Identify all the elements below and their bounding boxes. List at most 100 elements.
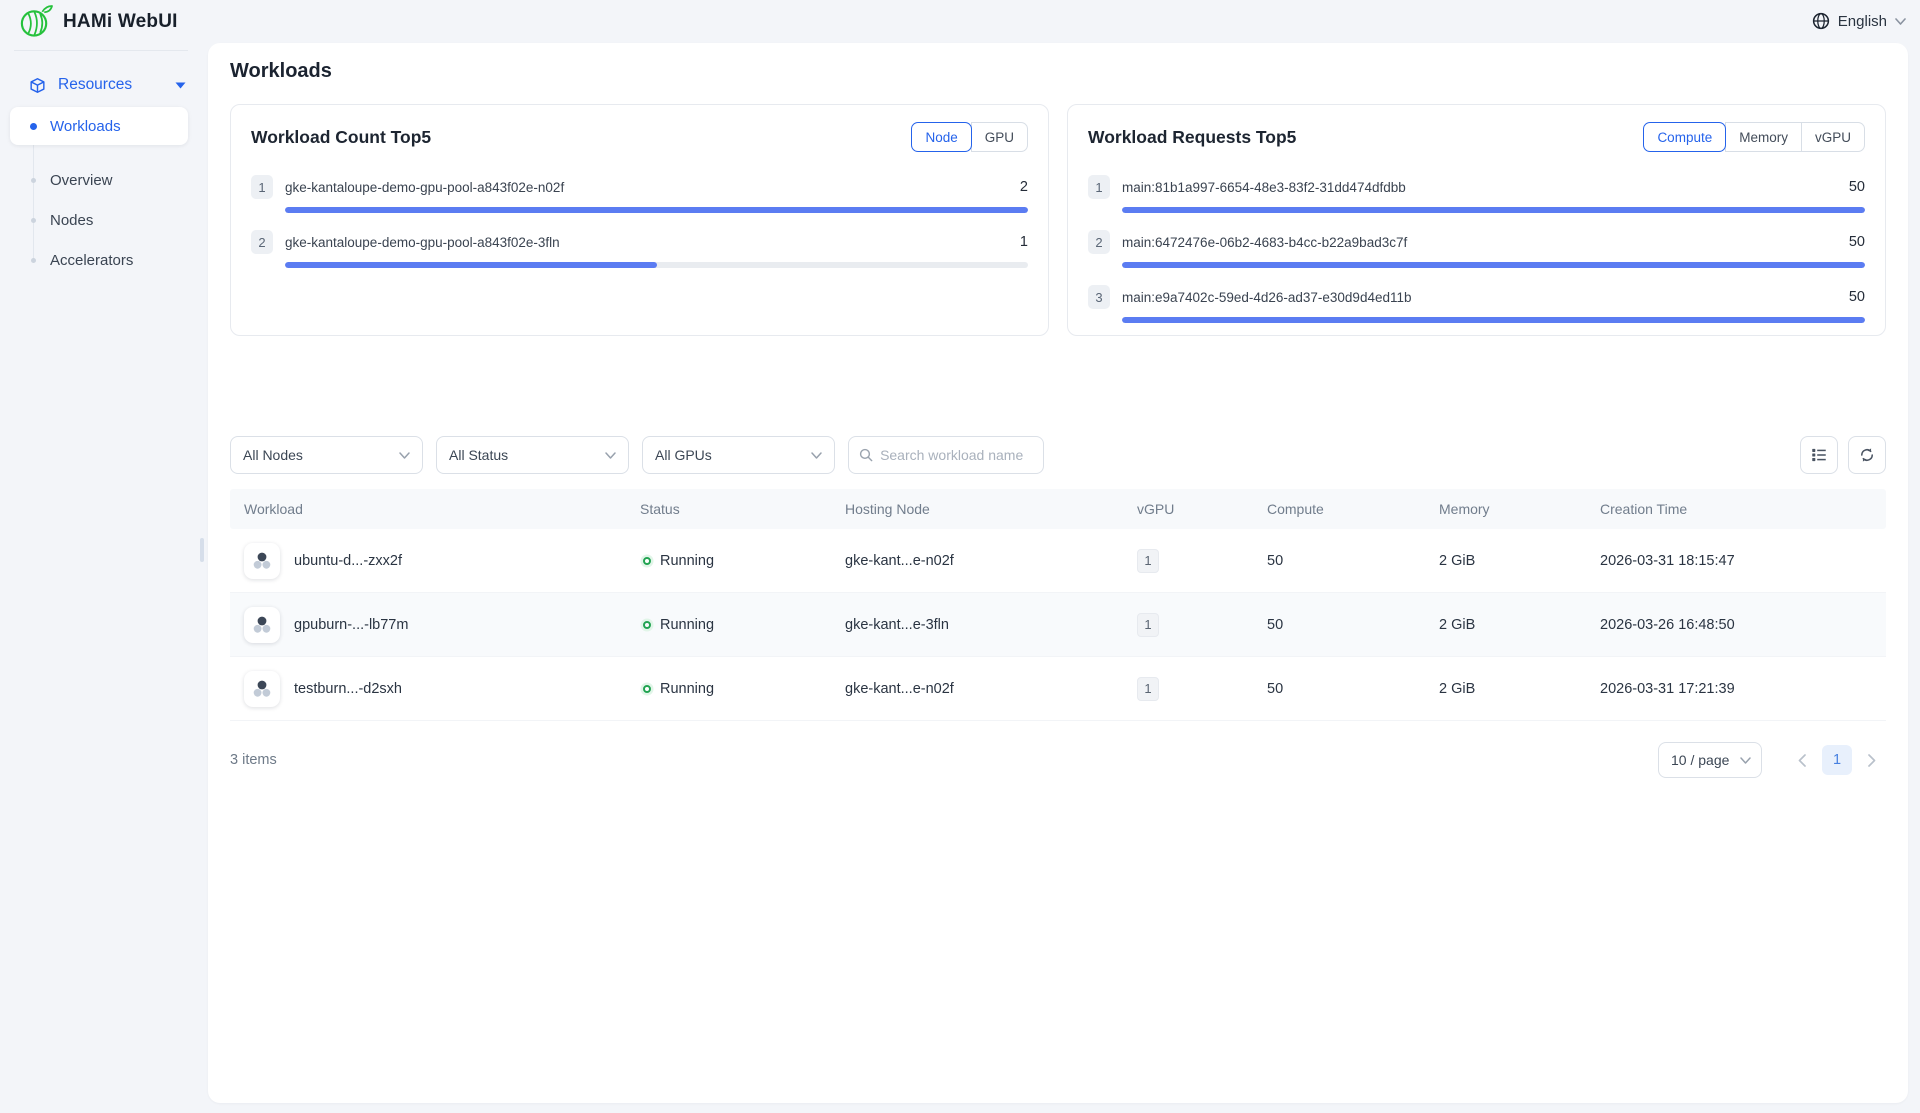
hosting-node: gke-kant...e-n02f — [831, 681, 1123, 697]
table-row[interactable]: testburn...-d2sxh Running gke-kant...e-n… — [230, 657, 1886, 721]
rank-badge: 3 — [1088, 285, 1110, 309]
cube-icon — [28, 76, 47, 95]
status-filter-value: All Status — [449, 447, 508, 463]
workload-search — [848, 436, 1044, 474]
chevron-down-icon — [1895, 18, 1906, 25]
page: HAMi WebUI English Resources — [0, 0, 1920, 1113]
next-page-button[interactable] — [1858, 746, 1886, 774]
page-size-value: 10 / page — [1671, 752, 1729, 768]
status-running-icon — [643, 621, 651, 629]
topbar: HAMi WebUI English — [0, 0, 1920, 43]
creation-time: 2026-03-31 17:21:39 — [1586, 681, 1886, 697]
nodes-filter-select[interactable]: All Nodes — [230, 436, 423, 474]
search-icon — [859, 447, 873, 463]
globe-icon — [1812, 12, 1830, 30]
main-panel: Workloads Workload Count Top5 Node GPU 1… — [208, 43, 1908, 1103]
brand: HAMi WebUI — [18, 4, 178, 39]
compute-value: 50 — [1253, 681, 1425, 697]
pagination: 10 / page 1 — [1658, 742, 1886, 778]
workload-pods-icon — [244, 607, 280, 643]
top5-cards-row: Workload Count Top5 Node GPU 1 gke-kanta… — [208, 104, 1908, 336]
item-value: 1 — [1020, 234, 1028, 250]
workload-requests-card: Workload Requests Top5 Compute Memory vG… — [1067, 104, 1886, 336]
workload-name: ubuntu-d...-zxx2f — [294, 553, 402, 569]
column-settings-button[interactable] — [1800, 436, 1838, 474]
vgpu-badge: 1 — [1137, 549, 1159, 573]
card-title: Workload Requests Top5 — [1088, 127, 1296, 148]
column-settings-icon — [1810, 446, 1828, 464]
language-selector[interactable]: English — [1812, 6, 1906, 36]
card-title: Workload Count Top5 — [251, 127, 431, 148]
item-value: 2 — [1020, 179, 1028, 195]
status-label: Running — [660, 681, 714, 697]
column-header-memory: Memory — [1425, 501, 1586, 517]
item-name: gke-kantaloupe-demo-gpu-pool-a843f02e-3f… — [285, 235, 560, 250]
sidebar-item-nodes[interactable]: Nodes — [10, 201, 188, 239]
chevron-down-icon — [399, 452, 410, 459]
item-name: main:e9a7402c-59ed-4d26-ad37-e30d9d4ed11… — [1122, 290, 1412, 305]
item-value: 50 — [1849, 179, 1865, 195]
progress-track — [1122, 262, 1865, 268]
toggle-vgpu-button[interactable]: vGPU — [1801, 122, 1865, 152]
status-running-icon — [643, 685, 651, 693]
sidebar-item-workloads[interactable]: Workloads — [10, 107, 188, 145]
page-title: Workloads — [230, 60, 1908, 83]
item-name: main:81b1a997-6654-48e3-83f2-31dd474dfdb… — [1122, 180, 1406, 195]
table-footer: 3 items 10 / page 1 — [230, 742, 1886, 778]
item-value: 50 — [1849, 234, 1865, 250]
status-label: Running — [660, 617, 714, 633]
chevron-right-icon — [1868, 754, 1876, 767]
toggle-compute-button[interactable]: Compute — [1643, 122, 1726, 152]
language-label: English — [1838, 13, 1887, 30]
list-item: 2 main:6472476e-06b2-4683-b4cc-b22a9bad3… — [1088, 230, 1865, 268]
bullet-dot-icon — [31, 218, 36, 223]
nodes-filter-value: All Nodes — [243, 447, 303, 463]
page-number-1[interactable]: 1 — [1822, 745, 1852, 775]
toggle-memory-button[interactable]: Memory — [1725, 122, 1802, 152]
gpus-filter-select[interactable]: All GPUs — [642, 436, 835, 474]
workload-name: gpuburn-...-lb77m — [294, 617, 408, 633]
status-filter-select[interactable]: All Status — [436, 436, 629, 474]
compute-value: 50 — [1253, 553, 1425, 569]
progress-track — [285, 207, 1028, 213]
sidebar-section-label: Resources — [58, 76, 132, 94]
chevron-left-icon — [1798, 754, 1806, 767]
toggle-gpu-button[interactable]: GPU — [971, 122, 1028, 152]
progress-fill — [285, 262, 657, 268]
table-row[interactable]: ubuntu-d...-zxx2f Running gke-kant...e-n… — [230, 529, 1886, 593]
sidebar-item-label: Nodes — [50, 212, 93, 229]
compute-value: 50 — [1253, 617, 1425, 633]
watermelon-logo-icon — [18, 4, 53, 39]
sidebar-item-accelerators[interactable]: Accelerators — [10, 241, 188, 279]
refresh-icon — [1858, 446, 1876, 464]
progress-track — [1122, 207, 1865, 213]
vgpu-badge: 1 — [1137, 613, 1159, 637]
sidebar-item-overview[interactable]: Overview — [10, 161, 188, 199]
workload-pods-icon — [244, 671, 280, 707]
sidebar-section-resources[interactable]: Resources — [0, 63, 204, 107]
items-total: 3 items — [230, 752, 277, 768]
progress-fill — [1122, 262, 1865, 268]
sidebar-divider — [14, 50, 188, 51]
page-size-select[interactable]: 10 / page — [1658, 742, 1762, 778]
column-header-node: Hosting Node — [831, 501, 1123, 517]
column-header-workload: Workload — [230, 501, 626, 517]
refresh-button[interactable] — [1848, 436, 1886, 474]
search-input[interactable] — [880, 447, 1033, 463]
table-row[interactable]: gpuburn-...-lb77m Running gke-kant...e-3… — [230, 593, 1886, 657]
rank-badge: 2 — [251, 230, 273, 254]
caret-down-icon — [175, 82, 186, 89]
prev-page-button[interactable] — [1788, 746, 1816, 774]
toggle-node-button[interactable]: Node — [911, 122, 971, 152]
table-actions — [1800, 436, 1886, 474]
count-top5-list: 1 gke-kantaloupe-demo-gpu-pool-a843f02e-… — [251, 175, 1028, 268]
bullet-dot-icon — [31, 178, 36, 183]
sidebar-item-label: Accelerators — [50, 252, 133, 269]
sidebar-menu: Overview Nodes Accelerators Workloads — [0, 107, 204, 337]
sidebar-resize-handle[interactable] — [200, 538, 204, 562]
requests-top5-list: 1 main:81b1a997-6654-48e3-83f2-31dd474df… — [1088, 175, 1865, 323]
list-item: 1 main:81b1a997-6654-48e3-83f2-31dd474df… — [1088, 175, 1865, 213]
item-value: 50 — [1849, 289, 1865, 305]
list-item: 1 gke-kantaloupe-demo-gpu-pool-a843f02e-… — [251, 175, 1028, 213]
gpus-filter-value: All GPUs — [655, 447, 712, 463]
